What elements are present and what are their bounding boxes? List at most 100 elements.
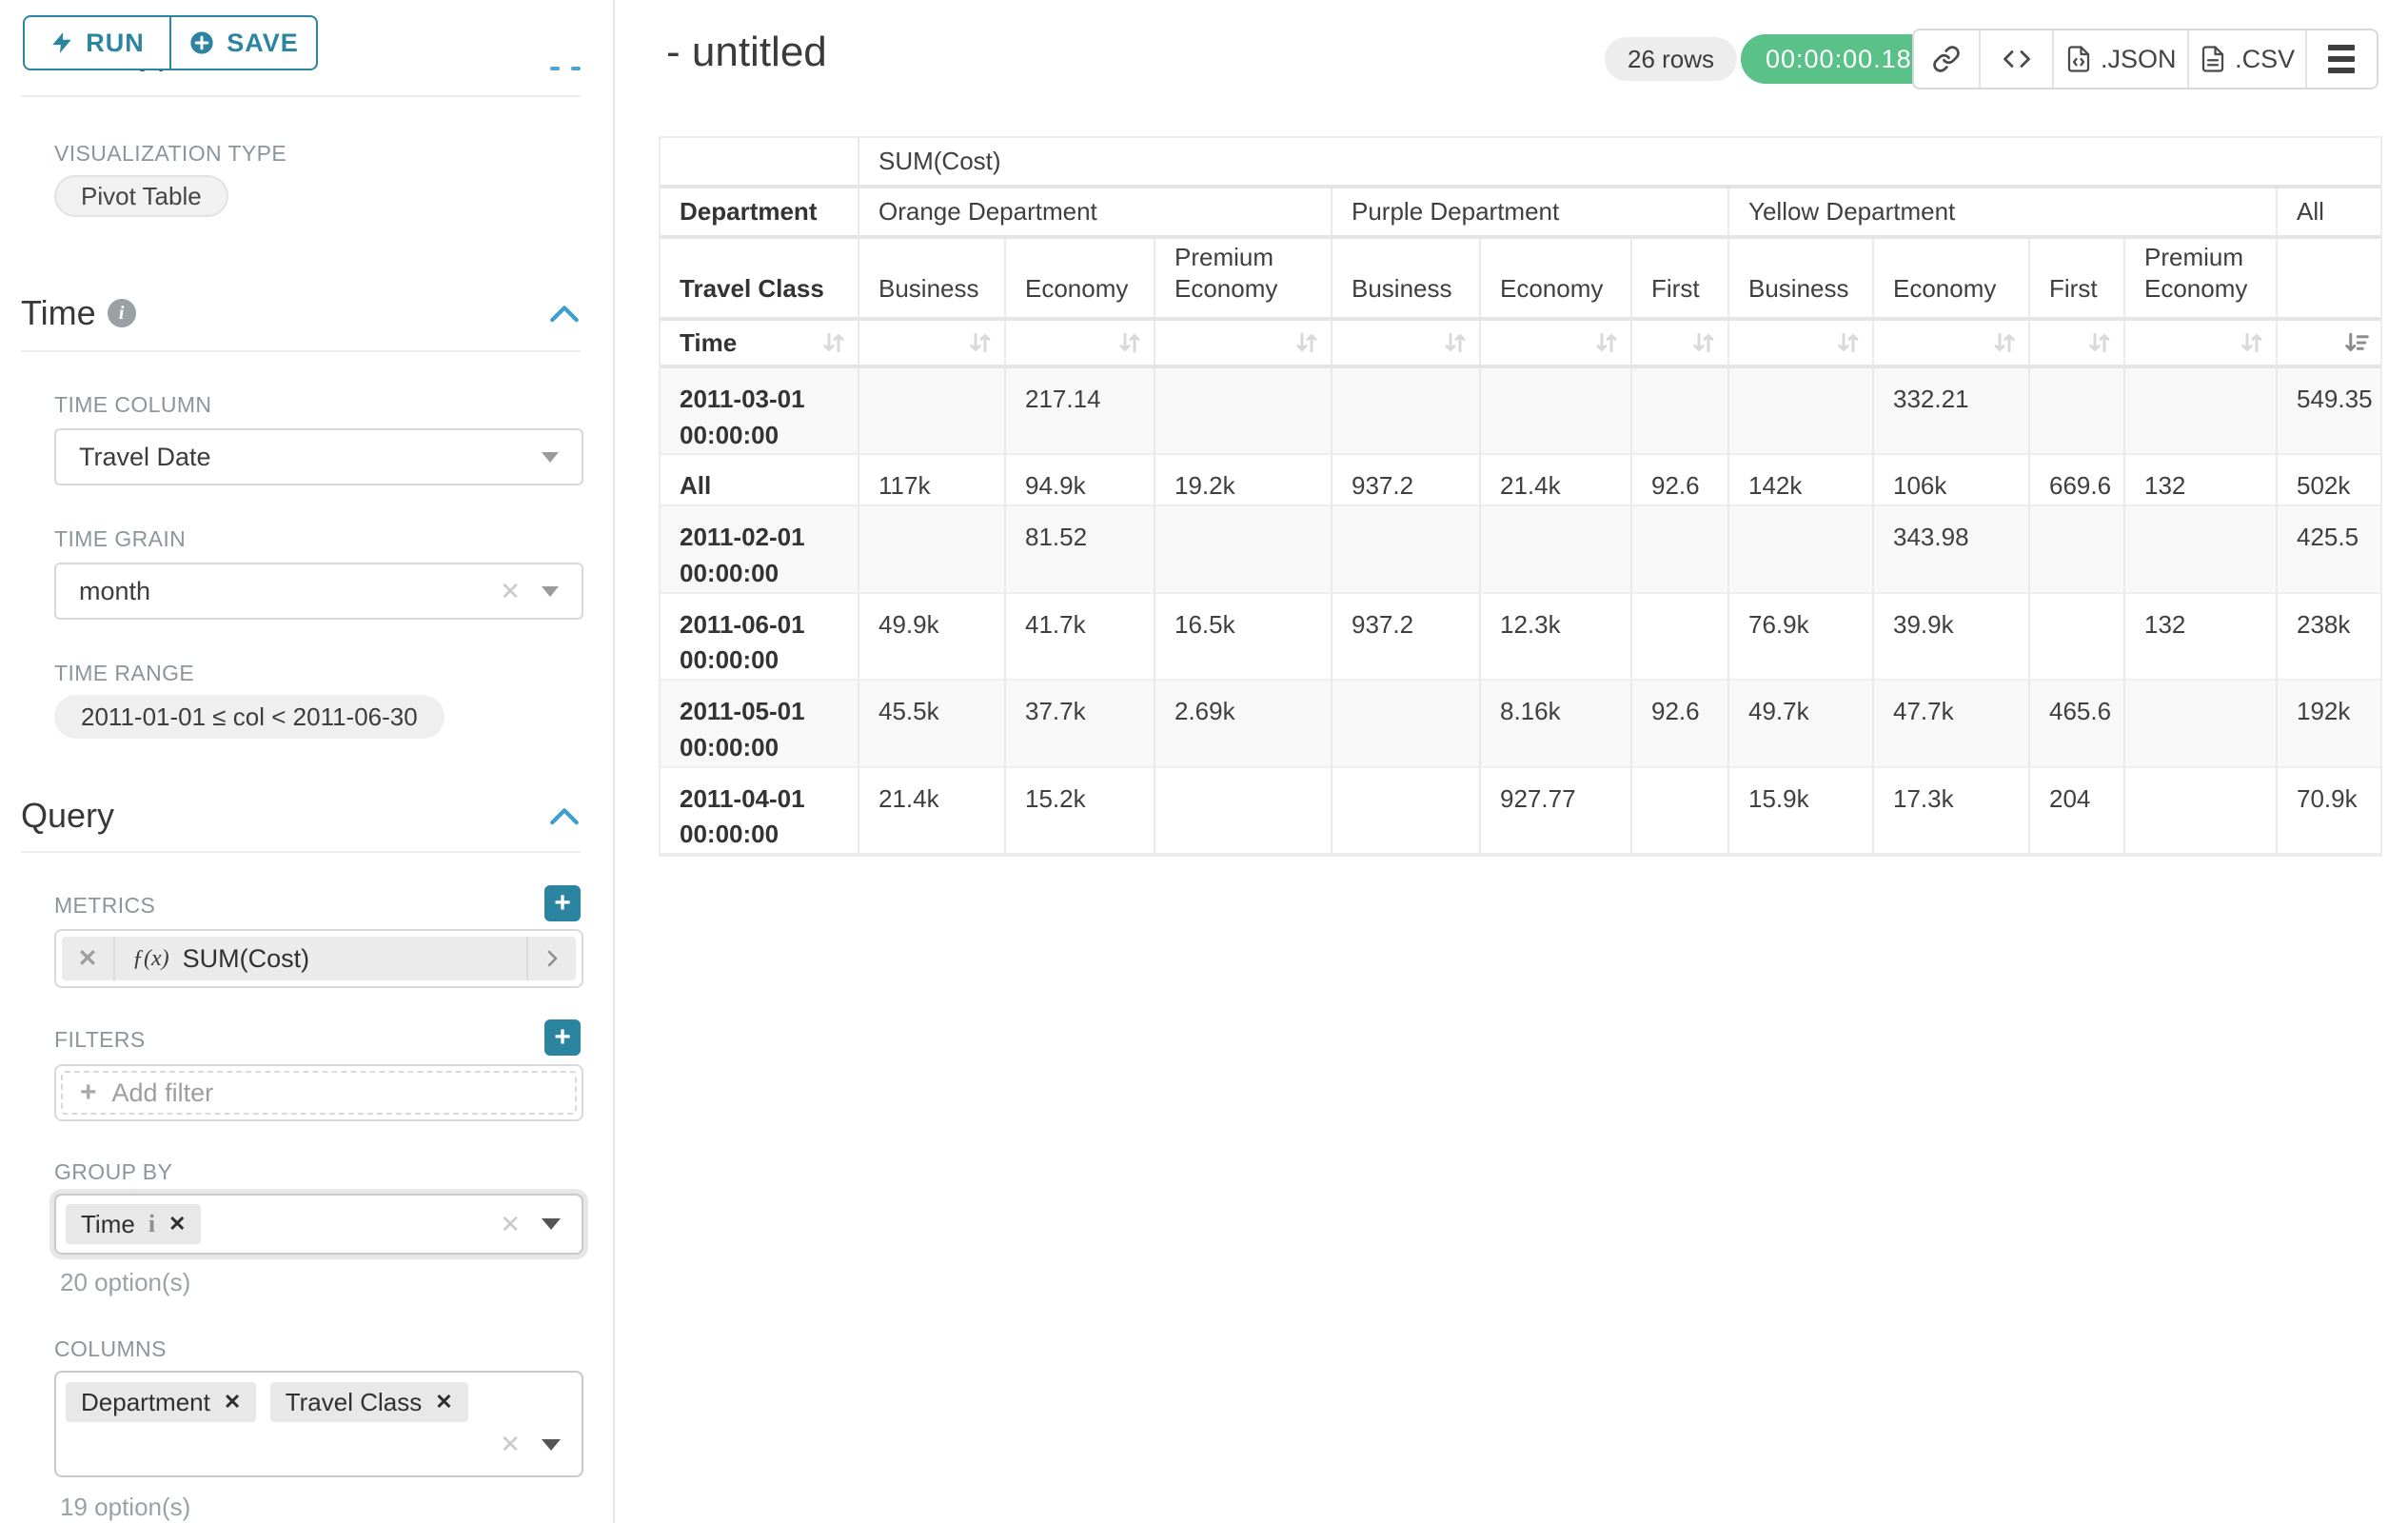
time-column-select[interactable]: Travel Date <box>54 428 583 485</box>
save-button-label: SAVE <box>227 29 299 58</box>
value-cell <box>1154 368 1331 455</box>
column-sort-cell[interactable] <box>1727 321 1872 368</box>
sort-icon[interactable] <box>1689 328 1718 357</box>
clear-icon[interactable]: ✕ <box>500 1210 521 1239</box>
value-cell: 15.9k <box>1727 768 1872 855</box>
value-cell: 49.7k <box>1727 681 1872 767</box>
columns-chip-label: Travel Class <box>286 1388 423 1417</box>
value-cell: 19.2k <box>1154 455 1331 506</box>
chevron-down-icon[interactable] <box>542 1218 561 1230</box>
remove-chip-icon[interactable]: ✕ <box>168 1212 186 1236</box>
time-range-chip[interactable]: 2011-01-01 ≤ col < 2011-06-30 <box>54 695 444 739</box>
panel-drag-handle-dot[interactable] <box>550 67 560 70</box>
sort-icon[interactable] <box>1592 328 1621 357</box>
clear-icon[interactable]: ✕ <box>500 1430 521 1459</box>
chevron-right-icon <box>541 946 563 971</box>
remove-chip-icon[interactable]: ✕ <box>435 1390 452 1414</box>
code-icon <box>2002 45 2032 73</box>
sort-icon[interactable] <box>1115 328 1144 357</box>
info-icon[interactable]: i <box>108 299 136 327</box>
column-sort-cell[interactable] <box>1004 321 1154 368</box>
expand-metric-button[interactable] <box>526 937 576 980</box>
more-options-button[interactable] <box>2307 30 2377 88</box>
view-query-button[interactable] <box>1981 30 2053 88</box>
travel-class-header: First <box>1630 239 1727 321</box>
panel-drag-handle-dot[interactable] <box>571 67 581 70</box>
add-metric-button[interactable]: + <box>544 885 581 921</box>
value-cell <box>1630 506 1727 593</box>
value-cell <box>1154 506 1331 593</box>
column-sort-cell[interactable] <box>1154 321 1331 368</box>
row-label-cell: 2011-05-01 00:00:00 <box>661 681 858 767</box>
group-by-select[interactable]: Time i ✕ ✕ <box>54 1194 583 1255</box>
table-row: 2011-02-01 00:00:0081.52343.98425.5 <box>661 506 2380 593</box>
value-cell: 21.4k <box>1479 455 1630 506</box>
group-by-label: GROUP BY <box>54 1159 172 1185</box>
visualization-type-chip[interactable]: Pivot Table <box>54 175 228 217</box>
value-cell: 132 <box>2123 455 2276 506</box>
columns-chip-travel-class[interactable]: Travel Class ✕ <box>270 1382 468 1422</box>
chevron-up-icon[interactable] <box>548 302 581 325</box>
columns-select[interactable]: Department ✕ Travel Class ✕ ✕ <box>54 1371 583 1477</box>
sort-icon[interactable] <box>966 328 995 357</box>
column-sort-cell[interactable] <box>858 321 1004 368</box>
time-grain-select[interactable]: month ✕ <box>54 563 583 620</box>
value-cell: 94.9k <box>1004 455 1154 506</box>
value-cell: 37.7k <box>1004 681 1154 767</box>
sort-desc-icon[interactable] <box>2342 328 2371 357</box>
value-cell: 2.69k <box>1154 681 1331 767</box>
value-cell <box>858 506 1004 593</box>
column-sort-cell[interactable] <box>2123 321 2276 368</box>
time-sort-cell[interactable]: Time <box>661 321 858 368</box>
column-sort-cell[interactable] <box>1872 321 2028 368</box>
value-cell <box>2123 768 2276 855</box>
save-button[interactable]: SAVE <box>169 15 318 70</box>
metrics-container: ✕ ƒ(x) SUM(Cost) <box>54 929 583 988</box>
columns-chip-department[interactable]: Department ✕ <box>66 1382 256 1422</box>
row-label-cell: 2011-04-01 00:00:00 <box>661 768 858 855</box>
remove-chip-icon[interactable]: ✕ <box>224 1390 241 1414</box>
chevron-up-icon[interactable] <box>548 804 581 827</box>
sort-icon[interactable] <box>2238 328 2266 357</box>
value-cell <box>1331 681 1479 767</box>
chevron-down-icon <box>542 452 559 463</box>
travel-class-header: Business <box>1331 239 1479 321</box>
group-by-chip-time[interactable]: Time i ✕ <box>66 1204 201 1244</box>
chart-title[interactable]: - untitled <box>666 29 827 76</box>
add-filter-plus-button[interactable]: + <box>544 1019 581 1056</box>
value-cell: 425.5 <box>2276 506 2380 593</box>
sort-icon[interactable] <box>1834 328 1863 357</box>
export-csv-button[interactable]: .CSV <box>2189 30 2307 88</box>
value-cell <box>2123 681 2276 767</box>
value-cell: 106k <box>1872 455 2028 506</box>
value-cell: 21.4k <box>858 768 1004 855</box>
export-json-button[interactable]: .JSON <box>2054 30 2189 88</box>
sort-icon[interactable] <box>2085 328 2114 357</box>
value-cell: 16.5k <box>1154 594 1331 681</box>
value-cell <box>1479 506 1630 593</box>
value-cell: 192k <box>2276 681 2380 767</box>
row-label-cell: 2011-02-01 00:00:00 <box>661 506 858 593</box>
travel-class-header: Economy <box>1872 239 2028 321</box>
column-sort-cell[interactable] <box>2276 321 2380 368</box>
control-panel-sidebar: Chart Type RUN SAVE VISUALIZATION TYPE P… <box>0 0 615 1523</box>
sort-icon[interactable] <box>1441 328 1470 357</box>
run-button[interactable]: RUN <box>23 15 171 70</box>
chevron-down-icon[interactable] <box>542 1439 561 1451</box>
add-filter-button[interactable]: + Add filter <box>61 1071 577 1115</box>
sort-icon[interactable] <box>1990 328 2019 357</box>
column-sort-cell[interactable] <box>1630 321 1727 368</box>
remove-metric-icon[interactable]: ✕ <box>62 937 115 980</box>
metric-pill[interactable]: ✕ ƒ(x) SUM(Cost) <box>62 937 576 980</box>
value-cell <box>2028 368 2123 455</box>
sort-icon[interactable] <box>819 328 848 357</box>
column-sort-cell[interactable] <box>1479 321 1630 368</box>
travel-class-corner-label: Travel Class <box>661 239 858 321</box>
clear-icon[interactable]: ✕ <box>500 577 521 606</box>
value-cell <box>1331 768 1479 855</box>
info-icon[interactable]: i <box>148 1210 155 1238</box>
column-sort-cell[interactable] <box>2028 321 2123 368</box>
column-sort-cell[interactable] <box>1331 321 1479 368</box>
copy-link-button[interactable] <box>1914 30 1981 88</box>
sort-icon[interactable] <box>1293 328 1321 357</box>
